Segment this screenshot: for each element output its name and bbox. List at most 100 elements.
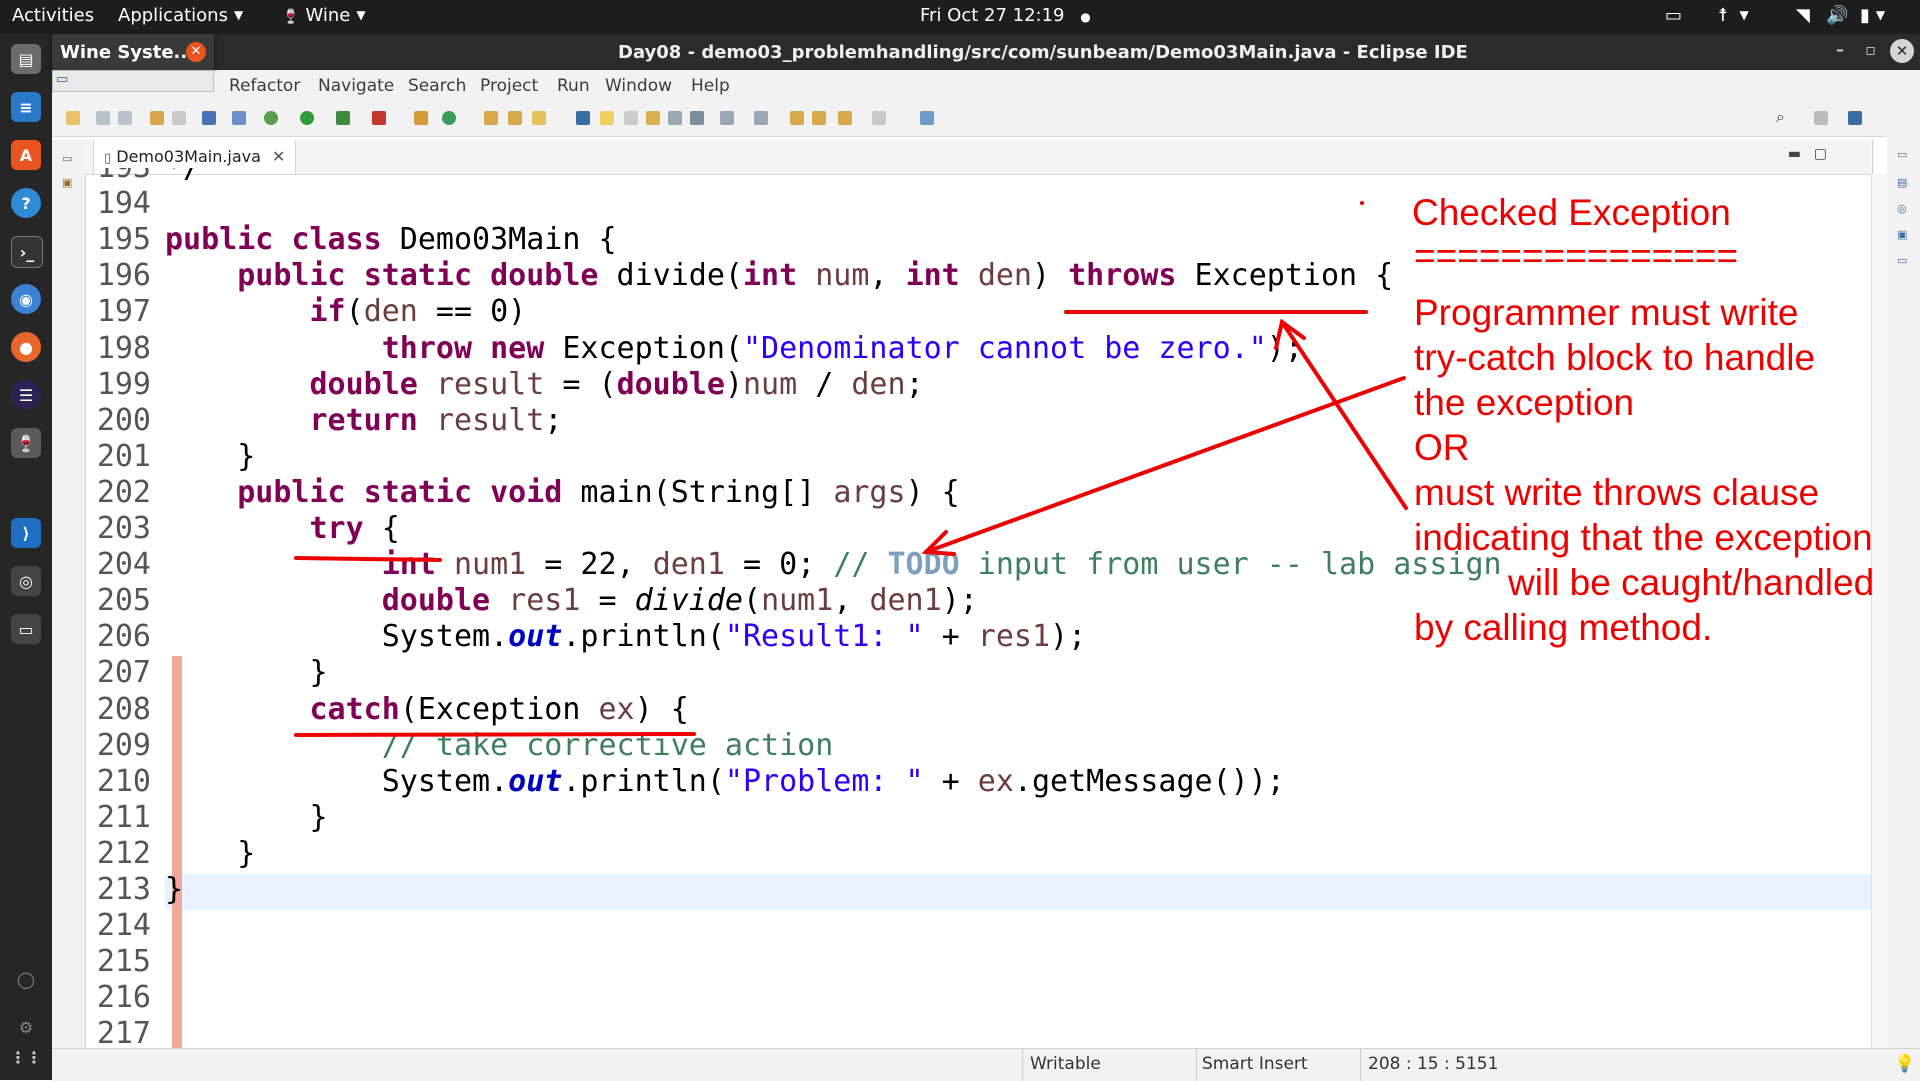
menu-refactor[interactable]: Refactor	[229, 76, 300, 96]
open-perspective-icon[interactable]	[1814, 111, 1828, 125]
line-number: 200	[96, 402, 151, 438]
annotation-line: by calling method.	[1414, 607, 1713, 648]
user-icon[interactable]: ◯	[11, 964, 41, 994]
forward-edit-icon[interactable]	[812, 111, 826, 125]
menu-run[interactable]: Run	[557, 76, 590, 96]
line-number: 196	[96, 258, 151, 294]
menu-help[interactable]: Help	[691, 76, 730, 96]
close-tab-icon[interactable]: ✕	[272, 147, 285, 166]
tip-lightbulb-icon[interactable]: 💡	[1894, 1054, 1915, 1074]
settings-icon[interactable]: ⚙	[11, 1012, 41, 1042]
show-apps-grid-icon[interactable]: ⋮⋮	[10, 1042, 42, 1072]
close-icon[interactable]: ✕	[186, 42, 206, 62]
software-center-icon[interactable]: A	[11, 140, 41, 170]
coverage-icon[interactable]	[336, 111, 350, 125]
redo-icon[interactable]	[172, 111, 186, 125]
insert-mode-status[interactable]: Smart Insert	[1202, 1054, 1308, 1074]
new-package-icon[interactable]	[414, 111, 428, 125]
maximize-icon[interactable]: ▫	[1865, 40, 1876, 59]
package-explorer-icon[interactable]: ▣	[62, 176, 72, 189]
wine-menu[interactable]: 🍷 Wine ▼	[282, 5, 366, 26]
code-text: public static void main(String[] args) {	[237, 474, 960, 510]
restore-icon[interactable]: ▭	[1897, 148, 1907, 161]
code-text: if(den == 0)	[309, 294, 527, 330]
line-number: 207	[96, 655, 151, 691]
show-whitespace-icon[interactable]	[668, 111, 682, 125]
pilcrow-icon[interactable]	[690, 111, 704, 125]
terminal-icon[interactable]: ›_	[11, 236, 43, 268]
screenshot-icon[interactable]: ◎	[11, 566, 41, 596]
search-icon[interactable]: ⌕	[1776, 107, 1790, 126]
line-number: 205	[96, 583, 151, 619]
clock[interactable]: Fri Oct 27 12:19 ●	[920, 5, 1091, 26]
restore-icon[interactable]: ▭	[62, 152, 72, 165]
annotation-line: must write throws clause	[1414, 472, 1820, 513]
open-resource-icon[interactable]	[508, 111, 522, 125]
battery-icon[interactable]: ▮ ▼	[1860, 5, 1885, 26]
forward-icon[interactable]	[872, 111, 886, 125]
code-text: catch(Exception ex) {	[309, 691, 689, 727]
minimize-editor-icon[interactable]: ▬	[1788, 146, 1801, 162]
annotation-title: Checked Exception	[1412, 192, 1731, 233]
wine-mini-window[interactable]: ▭	[52, 70, 214, 92]
writable-status: Writable	[1030, 1054, 1101, 1074]
debug-icon[interactable]	[264, 111, 278, 125]
java-file-icon: ▯	[104, 151, 112, 166]
block-select-icon[interactable]	[646, 111, 660, 125]
outline-icon[interactable]: ▤	[1897, 176, 1907, 189]
undo-icon[interactable]	[150, 111, 164, 125]
save-all-icon[interactable]	[118, 111, 132, 125]
wine-system-popup[interactable]: Wine Syste... ✕	[52, 34, 214, 70]
terminal-view-icon[interactable]	[202, 111, 216, 125]
java-perspective-icon[interactable]	[1848, 111, 1862, 125]
firefox-icon[interactable]: ●	[11, 332, 41, 362]
search-tool-icon[interactable]	[532, 111, 546, 125]
line-number: 213	[96, 872, 151, 907]
line-number: 216	[96, 980, 151, 1016]
skip-breakpoints-icon[interactable]	[232, 111, 246, 125]
tab-label: Demo03Main.java	[116, 147, 261, 166]
document-viewer-icon[interactable]: ≡	[11, 92, 41, 122]
toggle-mark-icon[interactable]	[576, 111, 590, 125]
back-icon[interactable]	[838, 111, 852, 125]
highlight-icon[interactable]	[600, 111, 614, 125]
chrome-icon[interactable]: ◉	[11, 284, 41, 314]
external-tools-icon[interactable]	[372, 111, 386, 125]
menu-window[interactable]: Window	[605, 76, 672, 96]
last-edit-icon[interactable]	[790, 111, 804, 125]
open-type-icon[interactable]	[484, 111, 498, 125]
save-icon[interactable]	[96, 111, 110, 125]
run-icon[interactable]	[300, 111, 314, 125]
maximize-editor-icon[interactable]: ▢	[1814, 146, 1827, 162]
line-number: 210	[96, 763, 151, 799]
code-text: System.out.println("Result1: " + res1);	[165, 619, 1087, 655]
status-separator	[1360, 1049, 1361, 1081]
activities-button[interactable]: Activities	[12, 5, 94, 26]
annotation-underline: ===============	[1414, 235, 1739, 276]
wine-app-icon[interactable]: 🍷	[11, 428, 41, 458]
line-number: 194	[96, 186, 151, 222]
next-annotation-icon[interactable]	[720, 111, 734, 125]
applications-menu[interactable]: Applications ▼	[118, 5, 243, 26]
vscode-icon[interactable]: ⟩	[11, 518, 41, 548]
pin-editor-icon[interactable]	[920, 111, 934, 125]
menu-search[interactable]: Search	[408, 76, 466, 96]
screen-icon[interactable]: ▭	[1665, 5, 1682, 26]
new-icon[interactable]	[66, 111, 80, 125]
code-text: }	[165, 438, 256, 474]
network-wifi-icon[interactable]: ◥	[1796, 5, 1810, 26]
line-number: 211	[96, 799, 151, 835]
close-window-icon[interactable]: ✕	[1890, 39, 1914, 63]
prev-annotation-icon[interactable]	[754, 111, 768, 125]
menu-project[interactable]: Project	[480, 76, 538, 96]
menu-navigate[interactable]: Navigate	[318, 76, 394, 96]
help-icon[interactable]: ?	[11, 188, 41, 218]
accessibility-icon[interactable]: ☨ ▼	[1718, 5, 1749, 26]
new-class-icon[interactable]	[442, 111, 456, 125]
word-wrap-icon[interactable]	[624, 111, 638, 125]
files-icon[interactable]: ▤	[11, 44, 41, 74]
minimize-icon[interactable]: –	[1836, 40, 1844, 59]
volume-icon[interactable]: 🔊	[1826, 5, 1848, 26]
display-icon[interactable]: ▭	[11, 614, 41, 644]
eclipse-icon[interactable]: ☰	[11, 380, 41, 410]
